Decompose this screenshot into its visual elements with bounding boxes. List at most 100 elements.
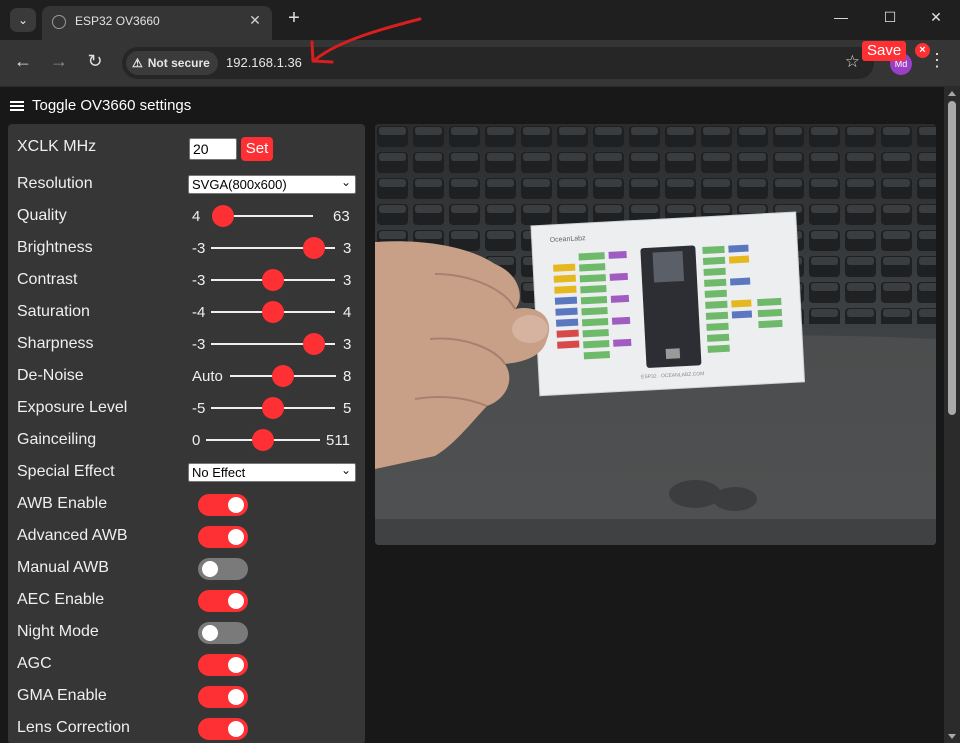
toggle-row: Manual AWB: [8, 552, 365, 584]
slider-row: Gainceiling 0 511: [8, 424, 365, 456]
browser-toolbar: ← → ↻ ⚠ Not secure 192.168.1.36 ☆ Md ⋮: [0, 40, 960, 87]
slider-control[interactable]: Auto 8: [192, 365, 352, 387]
slider-min: 4: [192, 208, 201, 225]
slider-thumb[interactable]: [262, 301, 284, 323]
toggle-label: AEC Enable: [17, 591, 105, 608]
toggle-label: Advanced AWB: [17, 527, 128, 544]
slider-control[interactable]: 0 511: [192, 429, 352, 451]
scroll-down-icon[interactable]: [948, 734, 956, 739]
slider-row: Brightness -3 3: [8, 232, 365, 264]
slider-thumb[interactable]: [251, 429, 274, 451]
toggle-switch[interactable]: [198, 494, 248, 516]
slider-thumb[interactable]: [212, 205, 235, 227]
slider-control[interactable]: -3 3: [192, 237, 352, 259]
toggle-row: AGC: [8, 648, 365, 680]
toggle-switch[interactable]: [198, 718, 248, 740]
tab-strip: ⌄ ESP32 OV3660 ✕ + — ☐ ✕: [0, 0, 960, 40]
special-effect-row: Special Effect No Effect ⌄: [8, 456, 365, 488]
close-stream-icon[interactable]: ×: [915, 43, 930, 58]
slider-row: Saturation -4 4: [8, 296, 365, 328]
toggle-switch[interactable]: [198, 590, 248, 612]
toggle-knob: [228, 657, 244, 673]
slider-min: -5: [192, 400, 206, 417]
stream-image: OceanLabz ESP32 · OCEANLABZ.COM: [375, 124, 936, 545]
globe-icon: [52, 15, 66, 29]
slider-thumb[interactable]: [272, 365, 294, 387]
toggle-label: Night Mode: [17, 623, 99, 640]
slider-max: 3: [343, 336, 352, 353]
slider-min: -3: [192, 240, 206, 257]
toggle-knob: [202, 625, 218, 641]
back-arrow-icon[interactable]: ←: [10, 51, 36, 72]
resolution-select[interactable]: SVGA(800x600) ⌄: [188, 175, 356, 194]
forward-arrow-icon[interactable]: →: [46, 51, 72, 72]
slider-control[interactable]: -4 4: [192, 301, 352, 323]
slider-max: 3: [343, 240, 352, 257]
page-scrollbar[interactable]: [944, 87, 960, 743]
toggle-label: AGC: [17, 655, 52, 672]
toggle-row: Advanced AWB: [8, 520, 365, 552]
more-menu-icon[interactable]: ⋮: [928, 50, 946, 71]
slider-label: Sharpness: [17, 335, 94, 352]
slider-label: Quality: [17, 207, 67, 224]
chevron-down-icon: ⌄: [340, 175, 351, 189]
toggle-switch[interactable]: [198, 558, 248, 580]
page-content: Toggle OV3660 settings XCLK MHz 20 Set R…: [0, 87, 944, 743]
xclk-row: XCLK MHz 20 Set: [8, 124, 365, 166]
security-chip[interactable]: ⚠ Not secure: [126, 51, 218, 75]
slider-control[interactable]: -3 3: [192, 269, 352, 291]
slider-thumb[interactable]: [262, 397, 284, 419]
slider-row: Exposure Level -5 5: [8, 392, 365, 424]
toggle-switch[interactable]: [198, 654, 248, 676]
slider-max: 4: [343, 304, 352, 321]
hamburger-icon: [10, 100, 24, 111]
reload-icon[interactable]: ↻: [82, 51, 108, 72]
toggle-switch[interactable]: [198, 526, 248, 548]
toggle-knob: [228, 529, 244, 545]
slider-control[interactable]: 4 63: [192, 205, 352, 227]
maximize-icon[interactable]: ☐: [875, 9, 905, 26]
xclk-set-button[interactable]: Set: [241, 137, 273, 161]
save-button[interactable]: Save: [862, 41, 907, 61]
browser-window: ⌄ ESP32 OV3660 ✕ + — ☐ ✕ ← → ↻ ⚠ Not sec…: [0, 0, 960, 743]
minimize-icon[interactable]: —: [826, 9, 856, 25]
tab-search-chevron-icon[interactable]: ⌄: [10, 8, 36, 32]
slider-label: Exposure Level: [17, 399, 128, 416]
tab-active[interactable]: ESP32 OV3660 ✕: [42, 6, 272, 40]
window-close-icon[interactable]: ✕: [921, 9, 951, 26]
toggle-settings-header[interactable]: Toggle OV3660 settings: [10, 97, 191, 114]
resolution-row: Resolution SVGA(800x600) ⌄: [8, 168, 365, 200]
slider-label: De-Noise: [17, 367, 84, 384]
slider-max: 3: [343, 272, 352, 289]
tab-close-icon[interactable]: ✕: [246, 12, 264, 29]
resolution-label: Resolution: [17, 175, 93, 192]
slider-control[interactable]: -5 5: [192, 397, 352, 419]
toggle-settings-label: Toggle OV3660 settings: [32, 97, 192, 114]
slider-thumb[interactable]: [303, 333, 326, 355]
toggle-label: GMA Enable: [17, 687, 107, 704]
slider-thumb[interactable]: [262, 269, 284, 291]
security-label: Not secure: [147, 56, 210, 70]
slider-max: 511: [326, 432, 350, 449]
slider-thumb[interactable]: [303, 237, 326, 259]
settings-panel: XCLK MHz 20 Set Resolution SVGA(800x600)…: [8, 124, 365, 743]
xclk-input[interactable]: 20: [189, 138, 237, 160]
toggle-row: Lens Correction: [8, 712, 365, 743]
scroll-up-icon[interactable]: [948, 91, 956, 96]
tab-title: ESP32 OV3660: [75, 14, 160, 28]
slider-control[interactable]: -3 3: [192, 333, 352, 355]
toggle-row: GMA Enable: [8, 680, 365, 712]
toggle-switch[interactable]: [198, 686, 248, 708]
special-effect-select[interactable]: No Effect ⌄: [188, 463, 356, 482]
toggle-knob: [228, 497, 244, 513]
new-tab-icon[interactable]: +: [284, 7, 304, 30]
url-text[interactable]: 192.168.1.36: [226, 55, 302, 70]
toggle-switch[interactable]: [198, 622, 248, 644]
address-bar[interactable]: ⚠ Not secure 192.168.1.36 ☆: [122, 47, 874, 79]
slider-label: Contrast: [17, 271, 78, 288]
scrollbar-thumb[interactable]: [948, 101, 956, 415]
slider-label: Saturation: [17, 303, 90, 320]
bookmark-star-icon[interactable]: ☆: [845, 52, 860, 72]
camera-stream: OceanLabz ESP32 · OCEANLABZ.COM: [375, 124, 936, 545]
toggle-knob: [202, 561, 218, 577]
